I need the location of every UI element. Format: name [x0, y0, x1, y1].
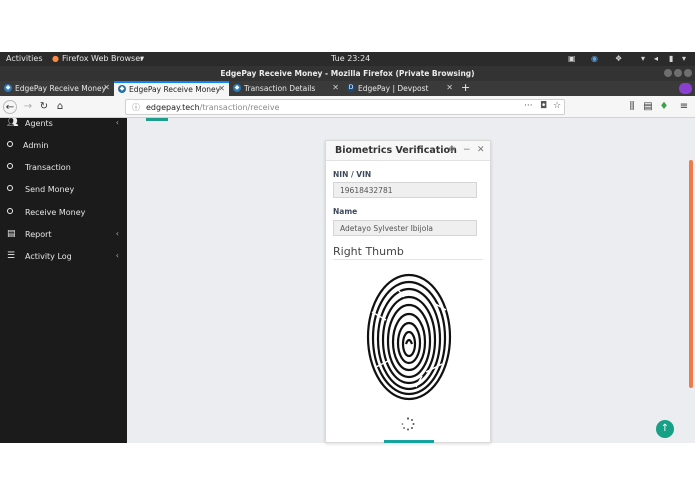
firefox-icon: ● [52, 54, 59, 63]
pocket-icon[interactable]: ◘ [540, 101, 547, 111]
circle-icon [7, 184, 13, 194]
tab-devpost[interactable]: D EdgePay | Devpost ✕ [343, 81, 457, 96]
window-title-bar: EdgePay Receive Money - Mozilla Firefox … [0, 66, 695, 81]
reload-icon[interactable]: ↻ [37, 100, 51, 114]
battery-icon[interactable]: ▮ [669, 54, 673, 63]
sidebar-toggle-icon[interactable]: ▤ [641, 100, 655, 114]
app-menu-button[interactable]: Firefox Web Browser [62, 54, 143, 63]
forward-button-icon[interactable]: → [21, 100, 35, 114]
bookmark-star-icon[interactable]: ☆ [553, 101, 561, 111]
sidebar-item-label: Admin [23, 141, 49, 150]
edgepay-favicon-icon: ◆ [233, 84, 241, 92]
arrow-up-icon: ↑ [660, 423, 670, 434]
circle-icon [7, 162, 13, 172]
sidebar-item-receive-money[interactable]: Receive Money [0, 203, 127, 223]
sidebar-item-activity-log[interactable]: ☰ Activity Log ‹ [0, 247, 127, 267]
hamburger-menu-icon[interactable]: ≡ [677, 100, 691, 114]
window-title: EdgePay Receive Money - Mozilla Firefox … [220, 69, 475, 78]
dialog-action-bar[interactable] [384, 440, 434, 443]
url-path: /transaction/receive [199, 103, 280, 112]
minimize-window-button[interactable] [664, 69, 672, 77]
skype-icon[interactable]: ◉ [591, 54, 598, 63]
close-tab-icon[interactable]: ✕ [218, 84, 225, 93]
new-tab-button[interactable]: + [461, 81, 470, 94]
page-scrollbar[interactable] [689, 160, 693, 388]
address-bar[interactable]: ⓘ edgepay.tech/transaction/receive ··· ◘… [125, 99, 565, 115]
sidebar-item-report[interactable]: ▤ Report ‹ [0, 225, 127, 245]
sidebar: 👥︎ Agents ‹ Admin Transaction Send Money… [0, 118, 127, 443]
library-icon[interactable]: ⫼ [625, 100, 639, 114]
activities-button[interactable]: Activities [6, 54, 43, 63]
volume-icon[interactable]: ◂ [654, 54, 658, 63]
chevron-left-icon: ‹ [115, 118, 119, 127]
tab-receive-money-2[interactable]: ◆ EdgePay Receive Money ✕ [114, 81, 229, 96]
maximize-window-button[interactable] [674, 69, 682, 77]
list-icon: ☰ [7, 251, 16, 261]
sidebar-item-label: Report [25, 230, 52, 239]
tab-label: EdgePay Receive Money [129, 85, 221, 94]
close-window-button[interactable] [684, 69, 692, 77]
back-button-icon[interactable]: ← [3, 100, 17, 114]
minimize-icon[interactable]: − [463, 145, 471, 155]
nin-field[interactable]: 19618432781 [333, 182, 477, 198]
close-tab-icon[interactable]: ✕ [103, 83, 110, 92]
sidebar-item-label: Send Money [25, 185, 75, 194]
camera-icon[interactable]: ▣ [568, 54, 576, 63]
system-menu-chevron-icon[interactable]: ▾ [682, 54, 686, 63]
circle-icon [7, 207, 13, 217]
tab-label: Transaction Details [244, 84, 316, 93]
name-field[interactable]: Adetayo Sylvester Ibijola [333, 220, 477, 236]
sidebar-item-label: Receive Money [25, 208, 86, 217]
page-accent-bar [146, 118, 168, 121]
dialog-title: Biometrics Verification [335, 145, 457, 156]
tab-strip: ◆ EdgePay Receive Money ✕ ◆ EdgePay Rece… [0, 81, 695, 96]
document-icon: ▤ [7, 229, 16, 239]
chevron-left-icon: ‹ [115, 229, 119, 238]
right-thumb-heading: Right Thumb [333, 245, 404, 258]
edgepay-favicon-icon: ◆ [4, 84, 12, 92]
biometrics-verification-dialog: Biometrics Verification ✥ − ✕ NIN / VIN … [325, 140, 491, 443]
users-icon: 👥︎ [7, 118, 19, 128]
wifi-icon[interactable]: ▾ [641, 54, 645, 63]
devpost-favicon-icon: D [347, 84, 355, 92]
site-info-icon[interactable]: ⓘ [132, 102, 140, 113]
back-to-top-button[interactable]: ↑ [656, 420, 674, 438]
tab-transaction-details[interactable]: ◆ Transaction Details ✕ [229, 81, 343, 96]
system-top-bar: Activities ● Firefox Web Browser ▾ Tue 2… [0, 52, 695, 66]
sidebar-item-transaction[interactable]: Transaction [0, 158, 127, 178]
tab-label: EdgePay Receive Money [15, 84, 107, 93]
url-domain: edgepay.tech [146, 103, 200, 112]
edgepay-favicon-icon: ◆ [118, 85, 126, 93]
fingerprint-icon [366, 273, 452, 401]
sidebar-item-send-money[interactable]: Send Money [0, 180, 127, 200]
loading-spinner-icon [401, 417, 415, 431]
dropbox-icon[interactable]: ❖ [615, 54, 622, 63]
user-circle-icon [7, 140, 13, 150]
extension-icon[interactable]: ♦ [657, 100, 671, 114]
close-tab-icon[interactable]: ✕ [332, 83, 339, 92]
tab-label: EdgePay | Devpost [358, 84, 429, 93]
move-icon[interactable]: ✥ [448, 145, 456, 155]
close-tab-icon[interactable]: ✕ [446, 83, 453, 92]
tab-receive-money-1[interactable]: ◆ EdgePay Receive Money ✕ [0, 81, 114, 96]
sidebar-item-agents[interactable]: 👥︎ Agents ‹ [0, 114, 127, 134]
home-icon[interactable]: ⌂ [53, 100, 67, 114]
nin-label: NIN / VIN [333, 170, 372, 179]
sidebar-item-label: Agents [25, 119, 53, 128]
app-menu-chevron-icon: ▾ [140, 54, 145, 63]
clock[interactable]: Tue 23:24 [331, 54, 370, 63]
divider [333, 259, 483, 260]
page-actions-icon[interactable]: ··· [524, 101, 533, 111]
sidebar-item-label: Transaction [25, 163, 71, 172]
name-label: Name [333, 207, 358, 216]
sidebar-item-label: Activity Log [25, 252, 72, 261]
dialog-header[interactable]: Biometrics Verification ✥ − ✕ [326, 141, 490, 161]
private-browsing-icon [679, 83, 692, 94]
close-icon[interactable]: ✕ [477, 145, 485, 155]
chevron-left-icon: ‹ [115, 251, 119, 260]
sidebar-item-admin[interactable]: Admin [0, 136, 127, 156]
